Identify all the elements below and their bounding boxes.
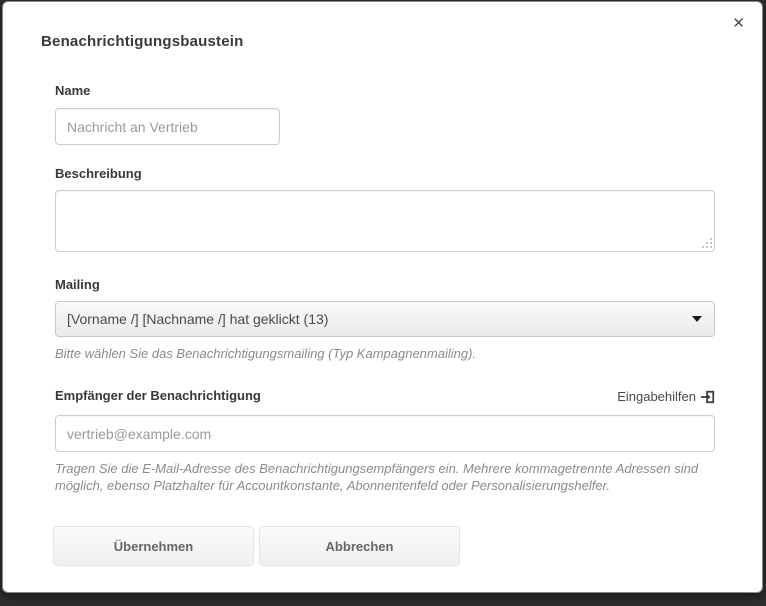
mailing-select-wrap: [Vorname /] [Nachname /] hat geklickt (1… [55,301,715,337]
input-helpers-label: Eingabehilfen [617,389,696,404]
apply-button[interactable]: Übernehmen [53,526,254,566]
dialog-title: Benachrichtigungsbaustein [41,33,724,50]
recipient-label: Empfänger der Benachrichtigung [55,389,261,403]
mailing-select[interactable]: [Vorname /] [Nachname /] hat geklickt (1… [55,301,715,337]
mailing-label: Mailing [55,278,715,292]
name-label: Name [55,84,715,98]
dialog-header: Benachrichtigungsbaustein ✕ [3,2,762,50]
recipient-label-row: Empfänger der Benachrichtigung Eingabehi… [55,389,715,404]
description-textarea-wrap [55,190,715,252]
close-icon[interactable]: ✕ [732,16,745,31]
notification-module-dialog: Benachrichtigungsbaustein ✕ Name Beschre… [2,1,763,593]
name-input[interactable] [55,108,280,145]
recipient-email-input[interactable] [55,415,715,452]
dialog-body: Name Beschreibung Mailing [Vorname /] [N… [3,84,762,566]
dialog-footer-buttons: Übernehmen Abbrechen [53,526,715,566]
sign-in-icon [701,390,715,404]
cancel-button[interactable]: Abbrechen [259,526,460,566]
recipient-help-text: Tragen Sie die E-Mail-Adresse des Benach… [55,460,715,494]
description-label: Beschreibung [55,167,715,181]
description-textarea[interactable] [55,190,715,252]
mailing-help-text: Bitte wählen Sie das Benachrichtigungsma… [55,345,715,362]
input-helpers-link[interactable]: Eingabehilfen [617,389,715,404]
